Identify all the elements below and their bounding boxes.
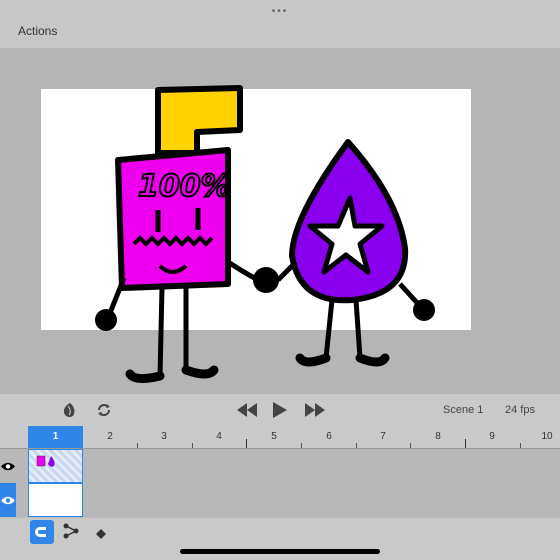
ruler-tick-major: [465, 439, 466, 448]
frame-number[interactable]: 5: [271, 431, 277, 442]
frame-number[interactable]: 7: [380, 431, 386, 442]
onion-skin-icon[interactable]: [60, 400, 80, 420]
drag-handle[interactable]: •••: [272, 6, 289, 17]
layer-track: [0, 483, 560, 517]
magnet-icon[interactable]: [30, 520, 54, 544]
fast-forward-icon[interactable]: [304, 400, 326, 420]
home-indicator[interactable]: [180, 549, 380, 554]
scene-selector[interactable]: Scene 1: [443, 404, 483, 416]
ruler-tick: [301, 443, 302, 448]
ruler-tick: [356, 443, 357, 448]
frame-number[interactable]: 3: [161, 431, 167, 442]
play-icon[interactable]: [270, 400, 290, 420]
ruler-tick: [137, 443, 138, 448]
frame-number[interactable]: 2: [107, 431, 113, 442]
stage-area: 100%: [0, 48, 560, 394]
frame-cell-thumbnail[interactable]: [28, 449, 83, 483]
keyframe-icon[interactable]: [96, 526, 108, 539]
loop-icon[interactable]: [94, 400, 114, 420]
bottom-toolbar: [0, 518, 560, 560]
frame-number[interactable]: 4: [216, 431, 222, 442]
timeline: 1 2 3 4 5 6 7 8 9 10: [0, 426, 560, 518]
frame-ruler[interactable]: 1 2 3 4 5 6 7 8 9 10: [0, 426, 560, 449]
visibility-eye-icon[interactable]: [0, 483, 16, 517]
ruler-tick: [520, 443, 521, 448]
visibility-eye-icon[interactable]: [0, 449, 16, 483]
path-icon[interactable]: [62, 522, 82, 542]
top-toolbar: ••• Actions: [0, 0, 560, 49]
layer-track: [0, 449, 560, 483]
character-drawing: 100%: [95, 85, 435, 384]
ruler-tick: [410, 443, 411, 448]
frame-number[interactable]: 6: [326, 431, 332, 442]
playback-controls: Scene 1 24 fps: [0, 394, 560, 426]
frame-cell-selected[interactable]: [28, 483, 83, 517]
fps-selector[interactable]: 24 fps: [505, 404, 535, 416]
ruler-tick: [192, 443, 193, 448]
thumbnail-preview: [36, 455, 55, 467]
juice-box-label: 100%: [138, 169, 231, 204]
actions-menu[interactable]: Actions: [18, 24, 57, 38]
ruler-tick-major: [246, 439, 247, 448]
current-frame-marker[interactable]: 1: [28, 426, 83, 448]
rewind-icon[interactable]: [236, 400, 258, 420]
straw: [155, 85, 243, 156]
frame-number[interactable]: 10: [541, 431, 552, 442]
frame-number[interactable]: 8: [435, 431, 441, 442]
frame-number[interactable]: 9: [489, 431, 495, 442]
